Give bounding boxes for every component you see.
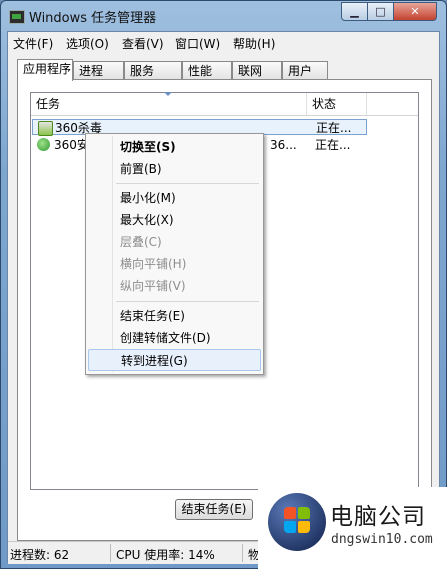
menu-item-end-task[interactable]: 结束任务(E) [88, 305, 261, 327]
task-name-overflow: 36... [270, 138, 297, 152]
cpu-usage: CPU 使用率: 14% [116, 548, 215, 562]
menu-separator [116, 183, 259, 184]
menu-item-cascade[interactable]: 层叠(C) [88, 231, 261, 253]
menu-help[interactable]: 帮助(H) [233, 35, 275, 52]
menu-item-tile-vertically[interactable]: 纵向平铺(V) [88, 275, 261, 297]
windows-logo-icon [268, 493, 326, 551]
menu-file[interactable]: 文件(F) [13, 35, 53, 52]
360-safe-icon [37, 138, 50, 151]
task-status: 正在... [316, 121, 352, 135]
menu-separator [116, 301, 259, 302]
menu-item-create-dump-file[interactable]: 创建转储文件(D) [88, 327, 261, 349]
windows-flag-icon [284, 507, 310, 533]
menu-item-tile-horizontally[interactable]: 横向平铺(H) [88, 253, 261, 275]
menu-view[interactable]: 查看(V) [122, 35, 164, 52]
tab-strip: 应用程序 进程 服务 性能 联网 用户 [17, 59, 432, 81]
tab-services[interactable]: 服务 [124, 61, 182, 80]
list-header: 任务 状态 [31, 92, 418, 116]
tab-users[interactable]: 用户 [282, 61, 328, 80]
status-divider [110, 544, 111, 562]
title-bar[interactable]: Windows 任务管理器 ▁ □ ✕ [1, 1, 446, 31]
tab-applications[interactable]: 应用程序 [17, 59, 73, 81]
context-menu: 切换至(S) 前置(B) 最小化(M) 最大化(X) 层叠(C) 横向平铺(H)… [85, 133, 264, 375]
column-status[interactable]: 状态 [307, 93, 367, 115]
maximize-button[interactable]: □ [367, 2, 394, 21]
menu-item-minimize[interactable]: 最小化(M) [88, 187, 261, 209]
close-button[interactable]: ✕ [393, 2, 437, 21]
minimize-button[interactable]: ▁ [341, 2, 368, 21]
end-task-button[interactable]: 结束任务(E) [175, 499, 253, 520]
menu-item-go-to-process[interactable]: 转到进程(G) [88, 349, 261, 371]
360-shield-icon [38, 121, 53, 136]
tab-networking[interactable]: 联网 [232, 61, 282, 80]
task-status: 正在... [315, 138, 351, 152]
tab-performance[interactable]: 性能 [182, 61, 232, 80]
menu-window[interactable]: 窗口(W) [175, 35, 220, 52]
menu-item-switch-to[interactable]: 切换至(S) [88, 136, 261, 158]
task-manager-icon [9, 10, 25, 24]
menu-bar: 文件(F) 选项(O) 查看(V) 窗口(W) 帮助(H) [8, 32, 439, 52]
status-divider [242, 544, 243, 562]
watermark-title: 电脑公司 [330, 504, 426, 530]
sort-arrow-icon [164, 92, 172, 96]
process-count: 进程数: 62 [10, 548, 70, 562]
menu-item-bring-to-front[interactable]: 前置(B) [88, 158, 261, 180]
menu-options[interactable]: 选项(O) [66, 35, 109, 52]
column-task[interactable]: 任务 [31, 93, 307, 115]
menu-item-maximize[interactable]: 最大化(X) [88, 209, 261, 231]
window-title: Windows 任务管理器 [29, 11, 157, 26]
tab-processes[interactable]: 进程 [73, 61, 124, 80]
watermark: 电脑公司 dngswin10.com [258, 487, 447, 569]
task-name: 360安 [54, 138, 89, 152]
watermark-url: dngswin10.com [331, 532, 433, 547]
